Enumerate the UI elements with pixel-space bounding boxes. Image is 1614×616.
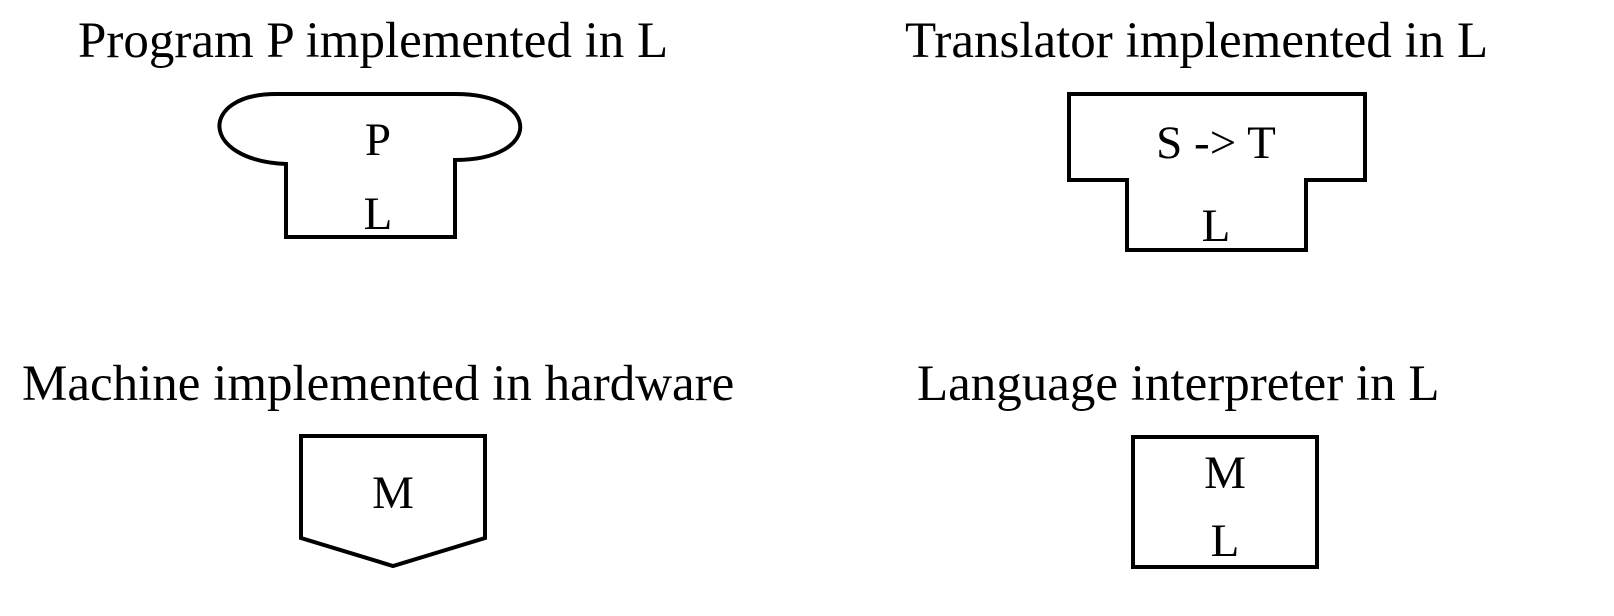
translator-language-label: L [1202, 200, 1231, 252]
program-diagram: Program P implemented in L P L [78, 13, 668, 240]
interpreter-caption: Language interpreter in L [917, 356, 1440, 412]
translator-mapping-label: S -> T [1156, 117, 1276, 169]
interpreter-language-label: L [1211, 515, 1240, 567]
machine-diagram: Machine implemented in hardware M [22, 356, 734, 569]
program-caption: Program P implemented in L [78, 13, 668, 69]
interpreter-diagram: Language interpreter in L M L [917, 356, 1440, 569]
machine-caption: Machine implemented in hardware [22, 356, 734, 412]
machine-label: M [372, 467, 414, 519]
translator-diagram: Translator implemented in L S -> T L [905, 13, 1488, 252]
program-language-label: L [364, 188, 393, 240]
interpreter-machine-label: M [1204, 447, 1246, 499]
tombstone-diagram: Program P implemented in L P L Translato… [22, 13, 1488, 569]
translator-caption: Translator implemented in L [905, 13, 1488, 69]
program-name-label: P [365, 114, 391, 166]
